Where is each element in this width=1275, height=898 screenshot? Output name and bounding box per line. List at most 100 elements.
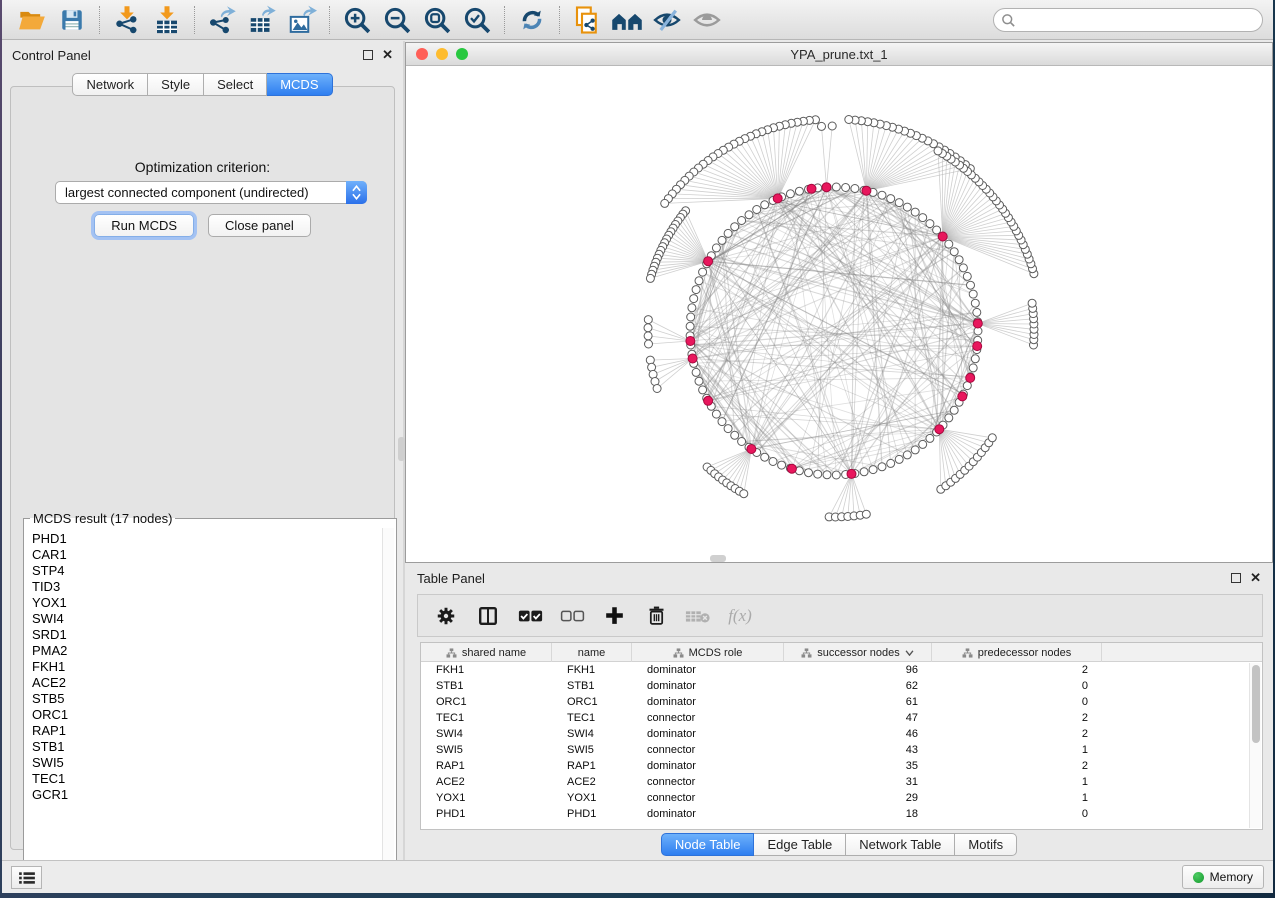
hide-graphics-details-button[interactable] bbox=[647, 3, 687, 37]
delete-column-button[interactable] bbox=[640, 600, 672, 632]
table-row[interactable]: YOX1YOX1connector291 bbox=[421, 790, 1262, 806]
mcds-result-item[interactable]: TEC1 bbox=[32, 771, 376, 787]
import-network-button[interactable] bbox=[107, 3, 147, 37]
import-table-button[interactable] bbox=[147, 3, 187, 37]
close-panel-button[interactable]: Close panel bbox=[208, 214, 311, 237]
table-row[interactable]: FKH1FKH1dominator962 bbox=[421, 662, 1262, 678]
column-header-shared-name[interactable]: shared name bbox=[421, 643, 552, 662]
splitter-handle[interactable] bbox=[398, 437, 405, 461]
table-row[interactable]: STB1STB1dominator620 bbox=[421, 678, 1262, 694]
table-row[interactable]: ACE2ACE2connector311 bbox=[421, 774, 1262, 790]
table-row[interactable]: SWI4SWI4dominator462 bbox=[421, 726, 1262, 742]
mcds-result-list[interactable]: PHD1CAR1STP4TID3YOX1SWI4SRD1PMA2FKH1ACE2… bbox=[26, 528, 382, 882]
cell-name: FKH1 bbox=[552, 662, 632, 678]
cell-name: STB1 bbox=[552, 678, 632, 694]
delete-table-button[interactable] bbox=[682, 600, 714, 632]
apply-layout-button[interactable] bbox=[512, 3, 552, 37]
show-graphics-details-button[interactable] bbox=[687, 3, 727, 37]
import-network-icon bbox=[112, 5, 142, 35]
save-session-button[interactable] bbox=[52, 3, 92, 37]
mcds-result-item[interactable]: YOX1 bbox=[32, 595, 376, 611]
tab-style[interactable]: Style bbox=[148, 73, 204, 96]
run-mcds-button[interactable]: Run MCDS bbox=[94, 214, 194, 237]
cell-shared-name: SWI5 bbox=[421, 742, 552, 758]
zoom-fit-button[interactable] bbox=[417, 3, 457, 37]
close-panel-icon[interactable]: ✕ bbox=[1250, 573, 1261, 583]
mcds-result-item[interactable]: CAR1 bbox=[32, 547, 376, 563]
cell-successor-nodes: 62 bbox=[784, 678, 932, 694]
mcds-result-item[interactable]: STB1 bbox=[32, 739, 376, 755]
table-toolbar: f(x) bbox=[417, 594, 1263, 637]
column-header-successor-nodes[interactable]: successor nodes bbox=[784, 643, 932, 662]
mcds-result-item[interactable]: TID3 bbox=[32, 579, 376, 595]
status-menu-button[interactable] bbox=[11, 866, 42, 889]
cell-name: TEC1 bbox=[552, 710, 632, 726]
float-panel-icon[interactable] bbox=[1231, 573, 1241, 583]
mcds-result-item[interactable]: RAP1 bbox=[32, 723, 376, 739]
mcds-result-item[interactable]: PHD1 bbox=[32, 531, 376, 547]
zoom-out-button[interactable] bbox=[377, 3, 417, 37]
zoom-in-button[interactable] bbox=[337, 3, 377, 37]
mcds-result-box: MCDS result (17 nodes) PHD1CAR1STP4TID3Y… bbox=[23, 511, 397, 885]
mcds-result-scrollbar[interactable] bbox=[382, 528, 394, 882]
zoom-selected-button[interactable] bbox=[457, 3, 497, 37]
float-panel-icon[interactable] bbox=[363, 50, 373, 60]
optimization-criterion-select[interactable]: largest connected component (undirected) bbox=[55, 181, 367, 204]
close-panel-icon[interactable]: ✕ bbox=[382, 50, 393, 60]
select-all-rows-button[interactable] bbox=[514, 600, 546, 632]
create-new-column-button[interactable] bbox=[598, 600, 630, 632]
memory-label: Memory bbox=[1210, 870, 1253, 884]
mcds-result-item[interactable]: ACE2 bbox=[32, 675, 376, 691]
function-builder-button[interactable]: f(x) bbox=[724, 600, 756, 632]
network-canvas[interactable] bbox=[406, 66, 1272, 562]
table-row[interactable]: SWI5SWI5connector431 bbox=[421, 742, 1262, 758]
new-network-from-selection-button[interactable] bbox=[567, 3, 607, 37]
splitter-handle-horizontal[interactable] bbox=[710, 555, 726, 562]
export-network-button[interactable] bbox=[202, 3, 242, 37]
tab-motifs[interactable]: Motifs bbox=[955, 833, 1017, 856]
search-input[interactable] bbox=[1020, 13, 1240, 27]
control-panel: Control Panel ✕ Optimization criterion: … bbox=[2, 41, 403, 860]
tab-edge-table[interactable]: Edge Table bbox=[754, 833, 846, 856]
memory-button[interactable]: Memory bbox=[1182, 865, 1264, 889]
table-body: FKH1FKH1dominator962STB1STB1dominator620… bbox=[421, 662, 1262, 822]
table-row[interactable]: PHD1PHD1dominator180 bbox=[421, 806, 1262, 822]
tab-mcds[interactable]: MCDS bbox=[267, 73, 332, 96]
table-row[interactable]: ORC1ORC1dominator610 bbox=[421, 694, 1262, 710]
table-settings-button[interactable] bbox=[430, 600, 462, 632]
cell-MCDS-role: dominator bbox=[632, 662, 784, 678]
mcds-result-item[interactable]: ORC1 bbox=[32, 707, 376, 723]
mcds-result-item[interactable]: FKH1 bbox=[32, 659, 376, 675]
first-neighbors-button[interactable] bbox=[607, 3, 647, 37]
mcds-result-item[interactable]: STB5 bbox=[32, 691, 376, 707]
column-header-MCDS-role[interactable]: MCDS role bbox=[632, 643, 784, 662]
cell-predecessor-nodes: 2 bbox=[932, 710, 1102, 726]
mcds-result-item[interactable]: SWI5 bbox=[32, 755, 376, 771]
cell-predecessor-nodes: 2 bbox=[932, 662, 1102, 678]
mcds-result-item[interactable]: SWI4 bbox=[32, 611, 376, 627]
deselect-all-rows-button[interactable] bbox=[556, 600, 588, 632]
mcds-result-item[interactable]: PMA2 bbox=[32, 643, 376, 659]
table-row[interactable]: RAP1RAP1dominator352 bbox=[421, 758, 1262, 774]
open-file-button[interactable] bbox=[12, 3, 52, 37]
table-scrollbar[interactable] bbox=[1249, 663, 1261, 828]
mcds-result-item[interactable]: STP4 bbox=[32, 563, 376, 579]
tab-node-table[interactable]: Node Table bbox=[661, 833, 755, 856]
tab-select[interactable]: Select bbox=[204, 73, 267, 96]
cell-name: SWI4 bbox=[552, 726, 632, 742]
export-image-button[interactable] bbox=[282, 3, 322, 37]
mcds-result-item[interactable]: SRD1 bbox=[32, 627, 376, 643]
tab-network[interactable]: Network bbox=[72, 73, 148, 96]
column-header-name[interactable]: name bbox=[552, 643, 632, 662]
column-network-icon bbox=[446, 648, 457, 658]
cell-MCDS-role: dominator bbox=[632, 806, 784, 822]
show-columns-button[interactable] bbox=[472, 600, 504, 632]
table-scrollbar-thumb[interactable] bbox=[1252, 665, 1260, 743]
export-table-button[interactable] bbox=[242, 3, 282, 37]
search-field[interactable] bbox=[993, 8, 1263, 32]
column-header-predecessor-nodes[interactable]: predecessor nodes bbox=[932, 643, 1102, 662]
mcds-result-item[interactable]: GCR1 bbox=[32, 787, 376, 803]
tab-network-table[interactable]: Network Table bbox=[846, 833, 955, 856]
table-row[interactable]: TEC1TEC1connector472 bbox=[421, 710, 1262, 726]
refresh-icon bbox=[518, 6, 546, 34]
